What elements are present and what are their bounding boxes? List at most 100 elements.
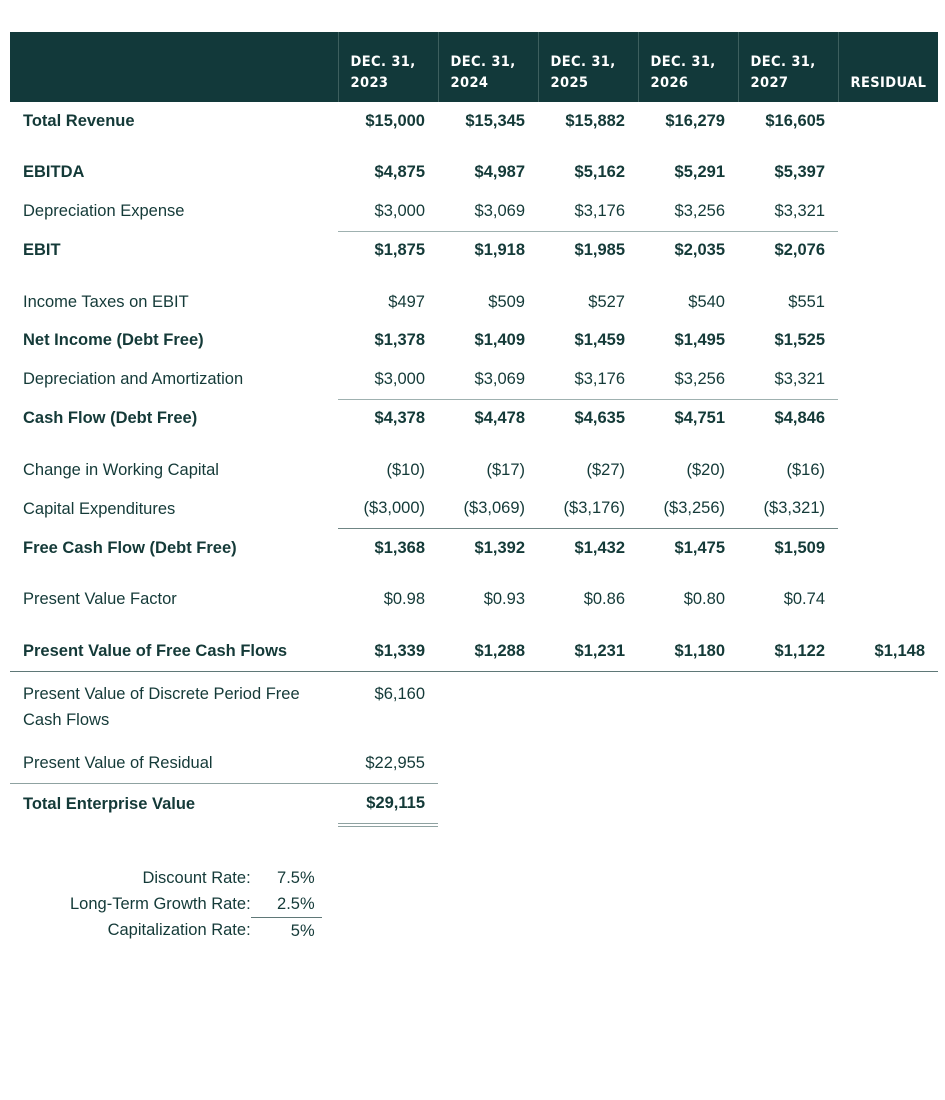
cell-2023: $3,000 xyxy=(374,369,425,388)
row-total-enterprise-value: Total Enterprise Value $29,115 xyxy=(10,783,938,827)
cell-2025: ($3,176) xyxy=(563,499,625,518)
cell-2024: $1,918 xyxy=(438,230,538,270)
cell-2026: $3,256 xyxy=(674,369,725,388)
cell-2027: $1,509 xyxy=(738,528,838,568)
row-depreciation-expense: Depreciation Expense $3,000 $3,069 $3,17… xyxy=(10,192,938,231)
cell-2026: ($3,256) xyxy=(663,499,725,518)
row-label: Cash Flow (Debt Free) xyxy=(23,409,198,427)
row-net-income: Net Income (Debt Free) $1,378 $1,409 $1,… xyxy=(10,322,938,361)
cell-2025: $527 xyxy=(588,292,625,311)
cell-residual xyxy=(838,283,938,322)
cell-2027: $16,605 xyxy=(765,111,825,130)
cell-2024: $4,987 xyxy=(474,163,525,182)
header-col-2024: DEC. 31, 2024 xyxy=(437,32,538,102)
cell-2025: $3,176 xyxy=(574,369,625,388)
cell-2023: $497 xyxy=(388,292,425,311)
spacer-row xyxy=(10,619,938,632)
cell-value: $29,115 xyxy=(338,783,438,827)
row-ebitda: EBITDA $4,875 $4,987 $5,162 $5,291 $5,39… xyxy=(10,154,938,193)
dcf-table-container: DEC. 31, 2023 DEC. 31, 2024 DEC. 31, 2025 D… xyxy=(10,32,938,827)
cell-2025: ($27) xyxy=(586,460,625,479)
cell-2025: $0.86 xyxy=(583,590,625,609)
cell-2023: $4,378 xyxy=(338,398,438,438)
cell-2027: $0.74 xyxy=(783,590,825,609)
empty-cell xyxy=(438,670,938,745)
row-pv-residual: Present Value of Residual $22,955 xyxy=(10,745,938,784)
cell-2026: $1,495 xyxy=(674,331,725,350)
cell-2027: ($16) xyxy=(786,460,825,479)
header-col-2026: DEC. 31, 2026 xyxy=(637,32,738,102)
rate-discount: Discount Rate: 7.5% xyxy=(70,865,322,891)
dcf-table: DEC. 31, 2023 DEC. 31, 2024 DEC. 31, 2025 D… xyxy=(10,32,938,827)
cell-residual: $1,148 xyxy=(874,641,925,660)
table-header: DEC. 31, 2023 DEC. 31, 2024 DEC. 31, 2025 D… xyxy=(10,32,938,102)
row-label: Income Taxes on EBIT xyxy=(23,292,189,311)
cell-2024: $1,288 xyxy=(474,641,525,660)
spacer-row xyxy=(10,568,938,581)
cell-2027: $3,321 xyxy=(774,201,825,220)
cell-2023: $0.98 xyxy=(383,590,425,609)
cell-2026: $2,035 xyxy=(638,230,738,270)
cell-2027: $1,122 xyxy=(774,641,825,660)
cell-2024: $3,069 xyxy=(474,201,525,220)
rate-value: 2.5% xyxy=(277,894,315,913)
row-label: Free Cash Flow (Debt Free) xyxy=(23,538,237,557)
cell-2026: ($20) xyxy=(686,460,725,479)
spacer-row xyxy=(10,270,938,283)
cell-2025: $5,162 xyxy=(574,163,625,182)
row-label: EBIT xyxy=(23,241,61,259)
row-cash-flow: Cash Flow (Debt Free) $4,378 $4,478 $4,6… xyxy=(10,398,938,438)
header-col-2025: DEC. 31, 2025 xyxy=(537,32,638,102)
cell-2024: $1,392 xyxy=(438,528,538,568)
cell-2025: $1,231 xyxy=(574,641,625,660)
row-label: Capital Expenditures xyxy=(23,499,176,518)
spacer-row xyxy=(10,438,938,451)
row-total-revenue: Total Revenue $15,000 $15,345 $15,882 $1… xyxy=(10,102,938,141)
cell-2027: $1,525 xyxy=(774,331,825,350)
cell-2023: ($10) xyxy=(386,460,425,479)
rate-capitalization: Capitalization Rate: 5% xyxy=(70,917,322,944)
cell-value: $22,955 xyxy=(365,754,425,773)
cell-value: $6,160 xyxy=(338,670,438,745)
cell-2027: $551 xyxy=(788,292,825,311)
rate-label: Long-Term Growth Rate: xyxy=(70,894,251,913)
cell-2025: $1,432 xyxy=(538,528,638,568)
cell-2024: $509 xyxy=(488,292,525,311)
cell-residual xyxy=(838,154,938,193)
cell-residual xyxy=(838,399,938,438)
cell-residual xyxy=(838,490,938,529)
cell-2023: $1,378 xyxy=(374,331,425,350)
cell-residual xyxy=(838,451,938,490)
cell-2024: ($17) xyxy=(486,460,525,479)
cell-2026: $16,279 xyxy=(665,111,725,130)
cell-2027: $5,397 xyxy=(774,163,825,182)
row-label: Net Income (Debt Free) xyxy=(23,331,204,350)
header-col-2023: DEC. 31, 2023 xyxy=(337,32,438,102)
header-col-residual: RESIDUAL xyxy=(837,32,938,102)
cell-2026: $3,256 xyxy=(674,201,725,220)
row-label: Total Revenue xyxy=(23,111,135,130)
cell-2024: $1,409 xyxy=(474,331,525,350)
cell-2025: $1,459 xyxy=(574,331,625,350)
rate-value: 7.5% xyxy=(277,868,315,887)
cell-2024: $3,069 xyxy=(474,369,525,388)
rates-table: Discount Rate: 7.5% Long-Term Growth Rat… xyxy=(70,865,322,944)
cell-2024: ($3,069) xyxy=(463,499,525,518)
row-label: Depreciation Expense xyxy=(23,202,185,220)
cell-2023: $1,875 xyxy=(338,230,438,270)
cell-2026: $0.80 xyxy=(683,590,725,609)
row-label: Total Enterprise Value xyxy=(10,783,338,825)
row-label: Change in Working Capital xyxy=(23,460,219,479)
cell-2026: $5,291 xyxy=(674,163,725,182)
cell-2027: $3,321 xyxy=(774,369,825,388)
row-label: Present Value of Discrete Period Free Ca… xyxy=(10,670,338,745)
rate-label: Capitalization Rate: xyxy=(107,921,251,940)
cell-2023: $3,000 xyxy=(374,201,425,220)
row-ebit: EBIT $1,875 $1,918 $1,985 $2,035 $2,076 xyxy=(10,230,938,270)
cell-2025: $1,985 xyxy=(538,230,638,270)
header-col-2027: DEC. 31, 2027 xyxy=(737,32,838,102)
cell-2027: $2,076 xyxy=(738,230,838,270)
row-label: Depreciation and Amortization xyxy=(23,370,244,388)
cell-2024: $4,478 xyxy=(438,398,538,438)
cell-residual xyxy=(838,231,938,270)
